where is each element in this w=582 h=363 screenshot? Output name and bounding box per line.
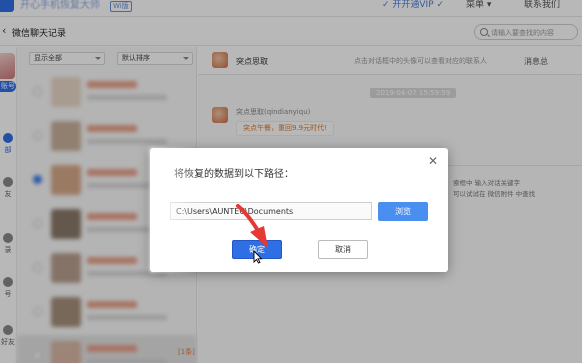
cancel-button[interactable]: 取消 [318,240,368,259]
annotation-arrow-icon [236,204,268,248]
mouse-cursor-icon [253,250,263,264]
close-icon[interactable]: ✕ [428,155,438,167]
browse-button[interactable]: 浏览 [378,202,428,221]
blur-mask [150,148,196,272]
restore-path-dialog: 将恢复的数据到以下路径： ✕ 浏览 确定 取消 [150,148,448,272]
